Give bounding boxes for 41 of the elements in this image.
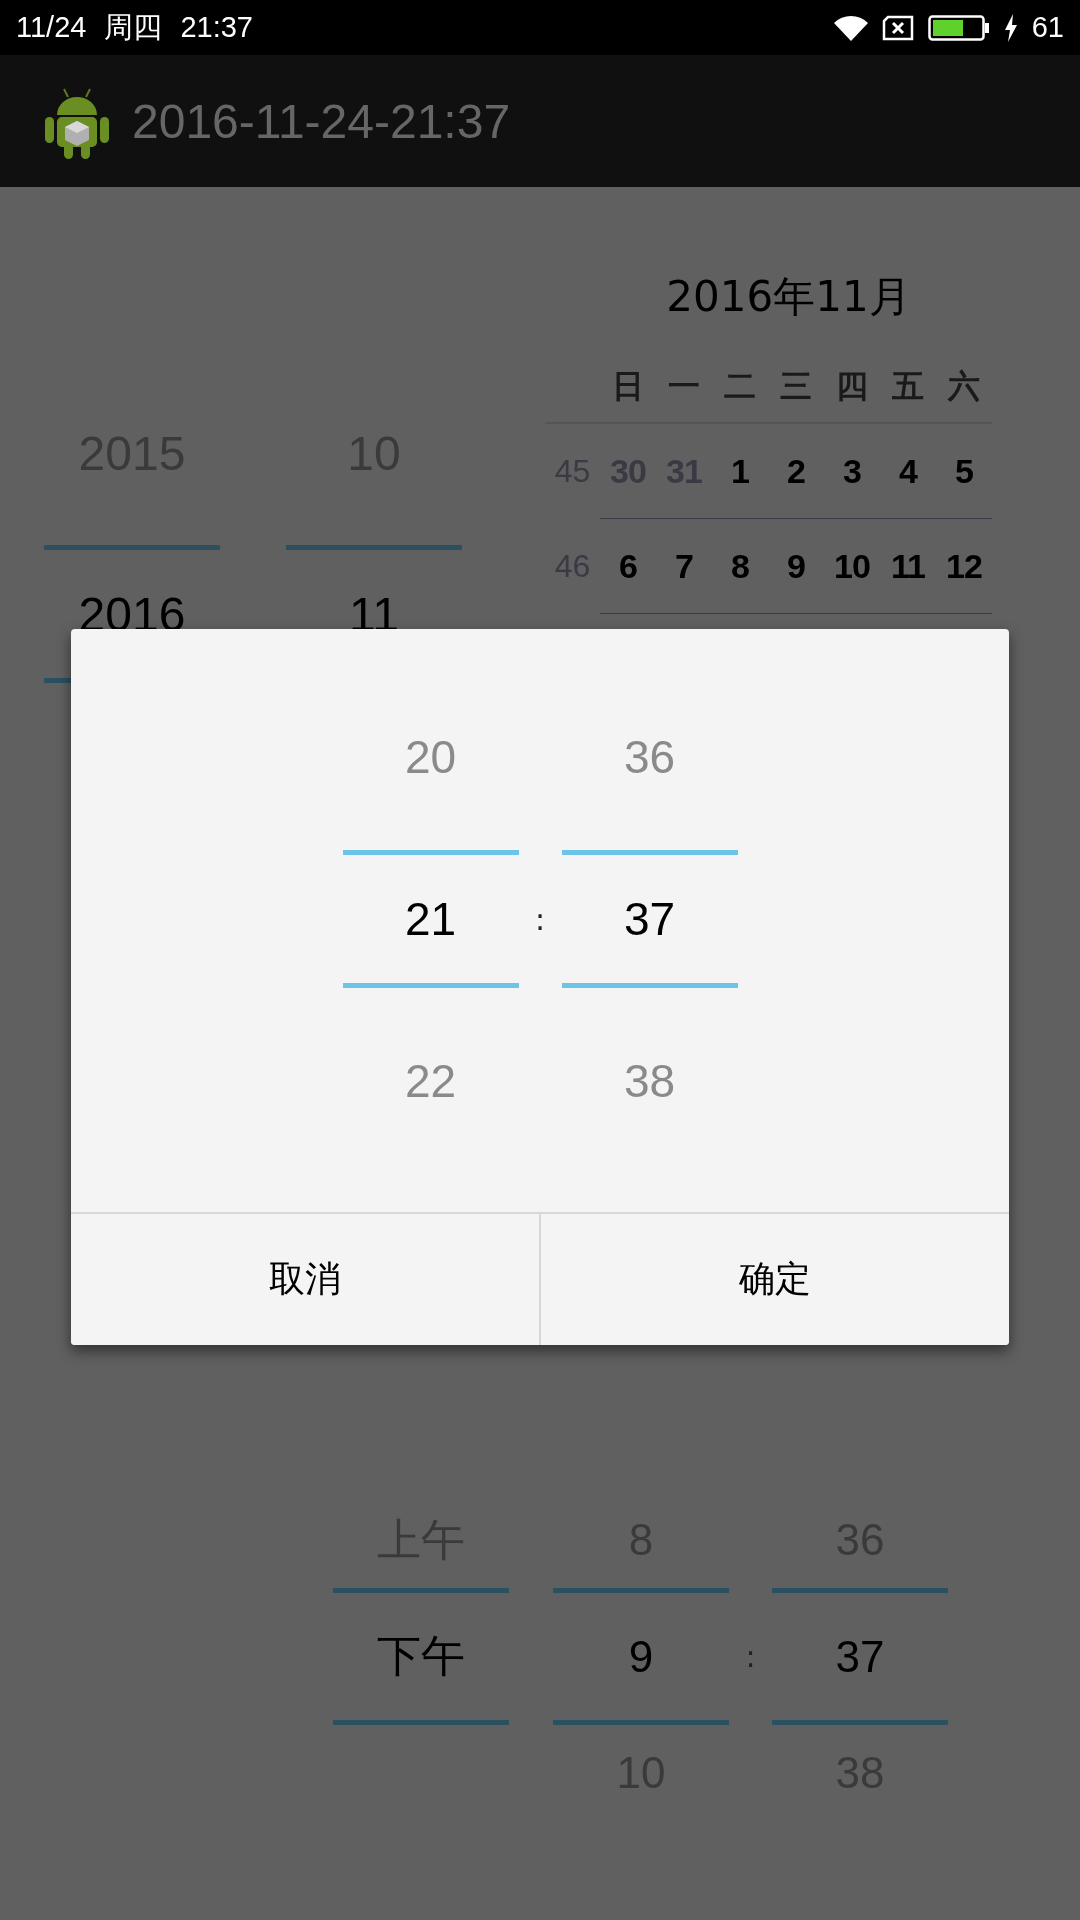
calendar-day[interactable]: 7 — [656, 519, 712, 614]
picker-value[interactable]: 38 — [561, 988, 738, 1174]
picker-value[interactable]: 37 — [561, 850, 738, 988]
calendar-day[interactable]: 5 — [936, 424, 992, 519]
app-title: 2016-11-24-21:37 — [132, 93, 511, 149]
picker-value[interactable]: 22 — [342, 988, 519, 1174]
calendar-day[interactable]: 1 — [712, 424, 768, 519]
picker-value[interactable]: 21 — [342, 850, 519, 988]
dialog-button[interactable]: 取消 — [71, 1214, 539, 1345]
weekday-label: 一 — [656, 352, 712, 424]
calendar-month-title: 2016年11月 — [665, 271, 912, 323]
battery-icon — [927, 14, 990, 41]
picker-value[interactable]: 36 — [561, 664, 738, 850]
calendar-day[interactable]: 11 — [880, 519, 936, 614]
dialog-button[interactable]: 确定 — [539, 1214, 1009, 1345]
weekday-label: 日 — [600, 352, 656, 424]
wifi-icon — [833, 14, 868, 41]
weekday-label: 三 — [768, 352, 824, 424]
calendar-day[interactable]: 4 — [880, 424, 936, 519]
calendar-day[interactable]: 9 — [768, 519, 824, 614]
status-date: 11/24 — [16, 11, 87, 44]
calendar-day[interactable]: 12 — [936, 519, 992, 614]
picker-value[interactable]: 下午 — [333, 1588, 509, 1725]
weekday-label: 四 — [824, 352, 880, 424]
weekday-label: 二 — [712, 352, 768, 424]
status-weekday: 周四 — [104, 9, 163, 45]
calendar-day[interactable]: 8 — [712, 519, 768, 614]
time-separator: : — [533, 900, 547, 939]
weekday-label: 六 — [936, 352, 992, 424]
calendar-day[interactable]: 3 — [824, 424, 880, 519]
picker-value[interactable]: 37 — [772, 1588, 948, 1725]
weekday-label: 五 — [880, 352, 936, 424]
time-separator: : — [744, 1638, 757, 1676]
no-sim-icon — [881, 14, 914, 41]
calendar-day[interactable]: 2 — [768, 424, 824, 519]
calendar-day[interactable]: 6 — [600, 519, 656, 614]
calendar-day[interactable]: 10 — [824, 519, 880, 614]
status-time: 21:37 — [180, 11, 253, 44]
charging-bolt-icon — [1003, 13, 1018, 42]
battery-percent: 61 — [1031, 11, 1064, 44]
picker-value[interactable]: 9 — [553, 1588, 729, 1725]
